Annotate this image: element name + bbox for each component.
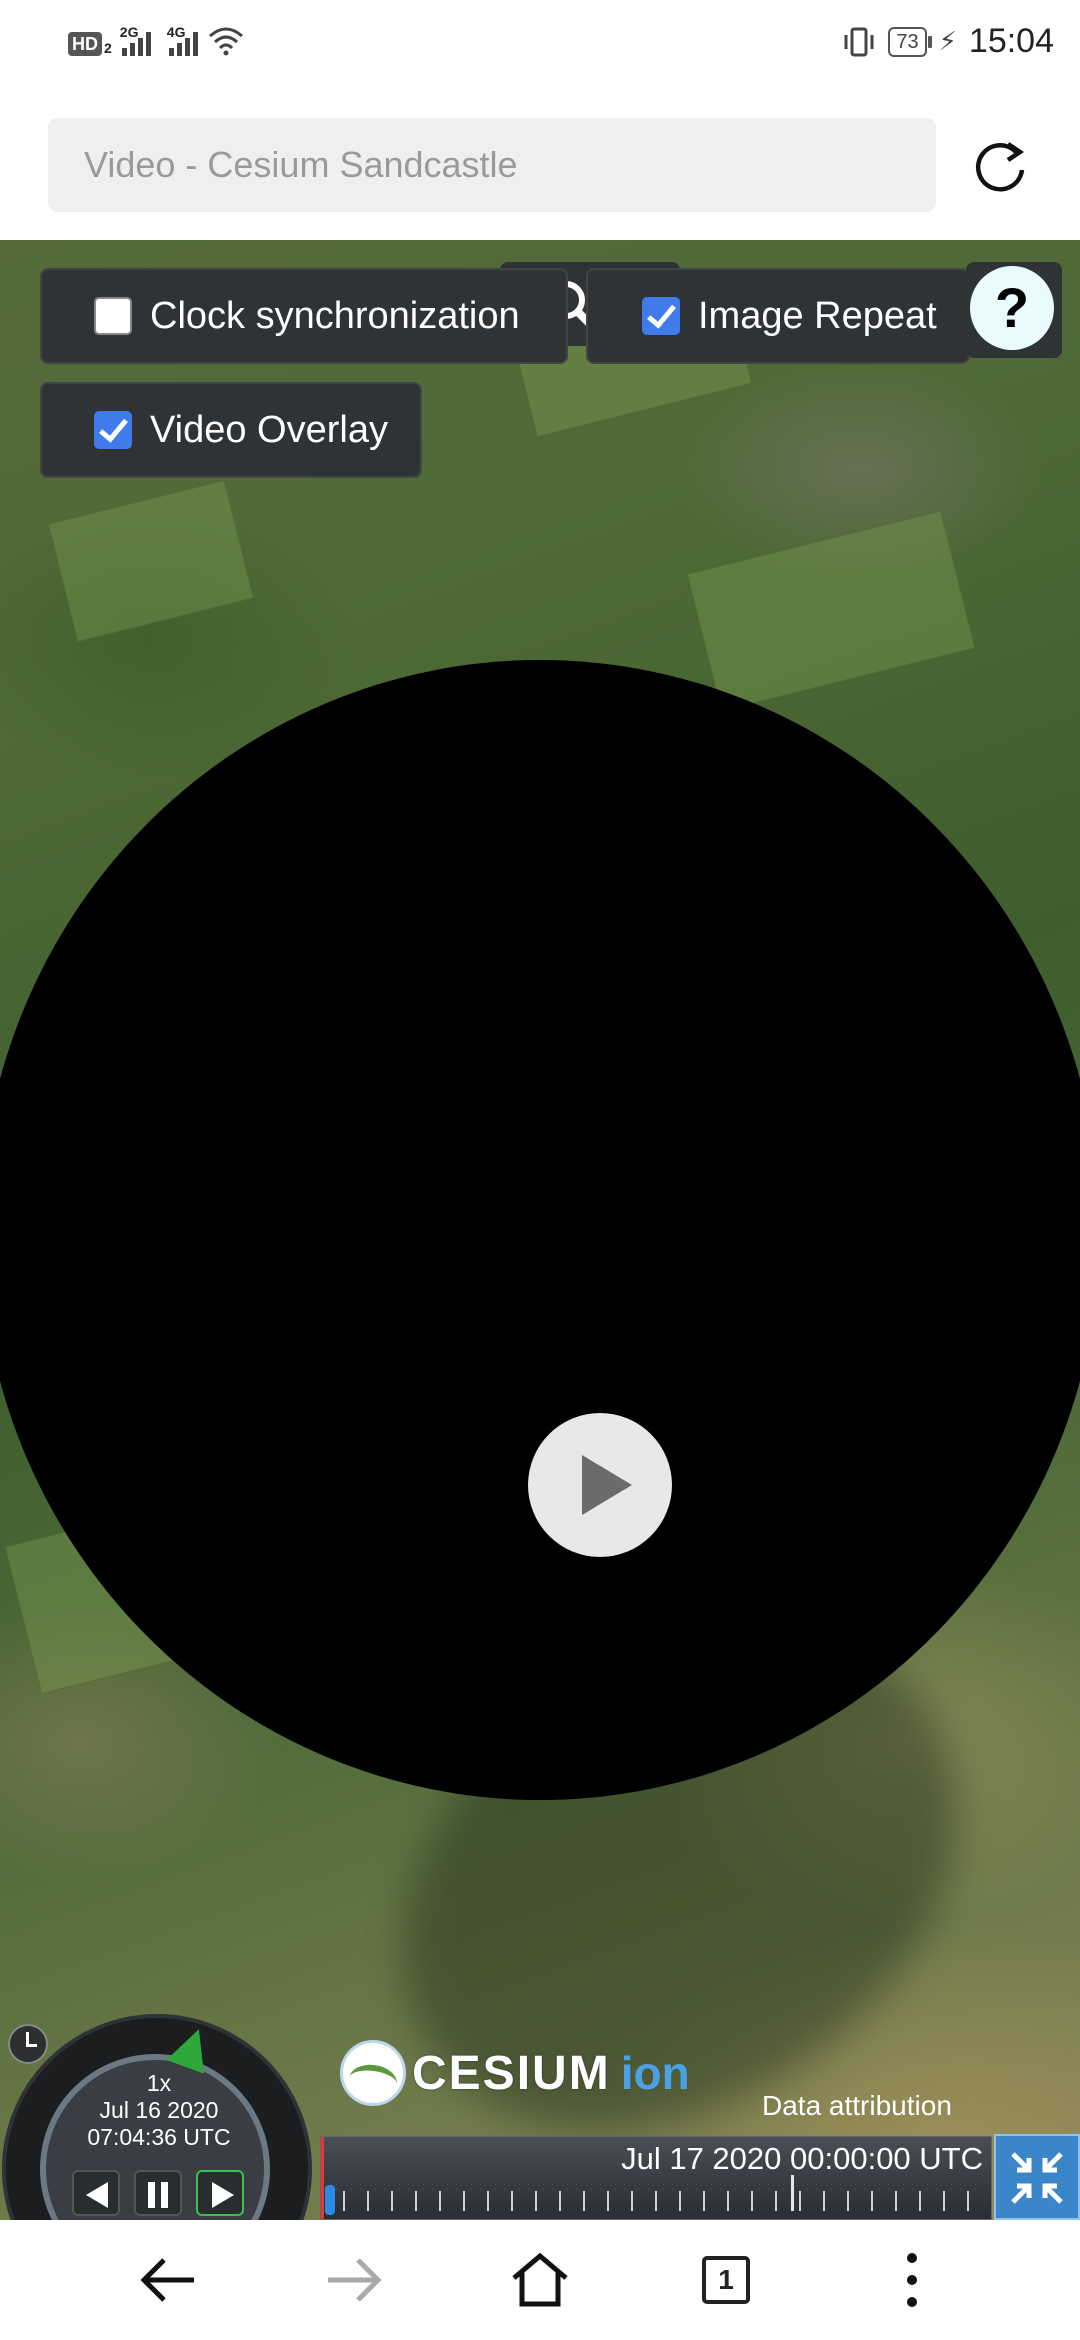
animation-speed: 1x — [146, 2070, 172, 2096]
terrain-patch — [47, 479, 255, 643]
status-right: 73 ⚡ 15:04 — [842, 22, 1054, 61]
home-button[interactable] — [500, 2242, 580, 2318]
status-bar: HD 2 2G 4G 73 ⚡ 15:04 — [0, 0, 1080, 90]
fullscreen-button[interactable] — [994, 2134, 1080, 2220]
timeline-ticks — [321, 2191, 991, 2211]
play-button[interactable] — [528, 1413, 672, 1557]
clock-mode-icon[interactable] — [8, 2024, 48, 2064]
url-bar[interactable]: Video - Cesium Sandcastle — [48, 118, 936, 212]
url-text: Video - Cesium Sandcastle — [84, 144, 518, 185]
image-repeat-checkbox[interactable] — [642, 297, 680, 335]
timeline-start-marker — [321, 2137, 324, 2219]
sim2-label: 4G — [166, 24, 186, 40]
video-overlay-checkbox[interactable] — [94, 411, 132, 449]
timeline-scrubber[interactable] — [325, 2185, 335, 2215]
clock-sync-label: Clock synchronization — [150, 294, 520, 337]
forward-button[interactable] — [314, 2242, 394, 2318]
pause-icon — [148, 2182, 168, 2208]
reverse-icon — [86, 2182, 108, 2208]
animation-date: Jul 16 2020 — [99, 2097, 219, 2123]
clock-time: 15:04 — [968, 22, 1054, 60]
tabs-button[interactable]: 1 — [686, 2242, 766, 2318]
video-overlay-toggle[interactable]: Video Overlay — [40, 382, 422, 478]
back-button[interactable] — [128, 2242, 208, 2318]
timeline-major-tick — [791, 2175, 794, 2211]
data-attribution-link[interactable]: Data attribution — [762, 2090, 952, 2122]
back-arrow-icon — [140, 2258, 194, 2302]
image-repeat-toggle[interactable]: Image Repeat — [586, 268, 970, 364]
signal-icon-2: 4G — [167, 24, 198, 56]
pause-button[interactable] — [134, 2170, 182, 2216]
play-icon — [212, 2182, 234, 2208]
forward-arrow-icon — [328, 2258, 382, 2302]
clock-sync-checkbox[interactable] — [94, 297, 132, 335]
exit-fullscreen-icon — [1011, 2152, 1063, 2204]
video-overlay-label: Video Overlay — [150, 408, 388, 451]
video-overlay-disc[interactable] — [0, 660, 1080, 1800]
cesium-logo-icon — [340, 2040, 406, 2106]
logo-main-text: CESIUM — [412, 2046, 611, 2100]
wifi-icon — [208, 27, 243, 56]
logo-sub-text: ion — [620, 2047, 690, 2099]
help-button-wrapper: ? — [966, 262, 1062, 358]
battery-icon: 73 — [888, 26, 932, 57]
browser-nav-bar: 1 — [0, 2220, 1080, 2340]
play-forward-button[interactable] — [196, 2170, 244, 2216]
animation-readout: 1x Jul 16 2020 07:04:36 UTC — [0, 2070, 318, 2151]
menu-button[interactable] — [872, 2242, 952, 2318]
cesium-ion-logo[interactable]: CESIUM ion — [340, 2040, 690, 2106]
animation-time: 07:04:36 UTC — [87, 2124, 231, 2150]
image-repeat-label: Image Repeat — [698, 294, 937, 337]
play-reverse-button[interactable] — [72, 2170, 120, 2216]
terrain-patch — [686, 510, 976, 712]
tab-count: 1 — [702, 2256, 750, 2304]
charging-icon: ⚡ — [938, 26, 957, 56]
signal-icon: 2G — [120, 24, 151, 56]
reload-icon[interactable] — [972, 138, 1028, 194]
help-button[interactable]: ? — [970, 266, 1054, 350]
sim1-label: 2G — [119, 24, 139, 40]
more-vert-icon — [907, 2253, 917, 2307]
timeline[interactable]: Jul 17 2020 00:00:00 UTC — [320, 2136, 992, 2220]
status-left: HD 2 2G 4G — [68, 24, 244, 56]
cesium-viewer[interactable] — [0, 240, 1080, 2220]
home-icon — [512, 2252, 568, 2307]
vibrate-icon — [844, 27, 874, 56]
clock-sync-toggle[interactable]: Clock synchronization — [40, 268, 568, 364]
hd-badge: HD — [68, 32, 102, 56]
hd-badge-sub: 2 — [104, 40, 112, 56]
timeline-end-label: Jul 17 2020 00:00:00 UTC — [621, 2141, 983, 2176]
browser-url-row: Video - Cesium Sandcastle — [0, 90, 1080, 240]
